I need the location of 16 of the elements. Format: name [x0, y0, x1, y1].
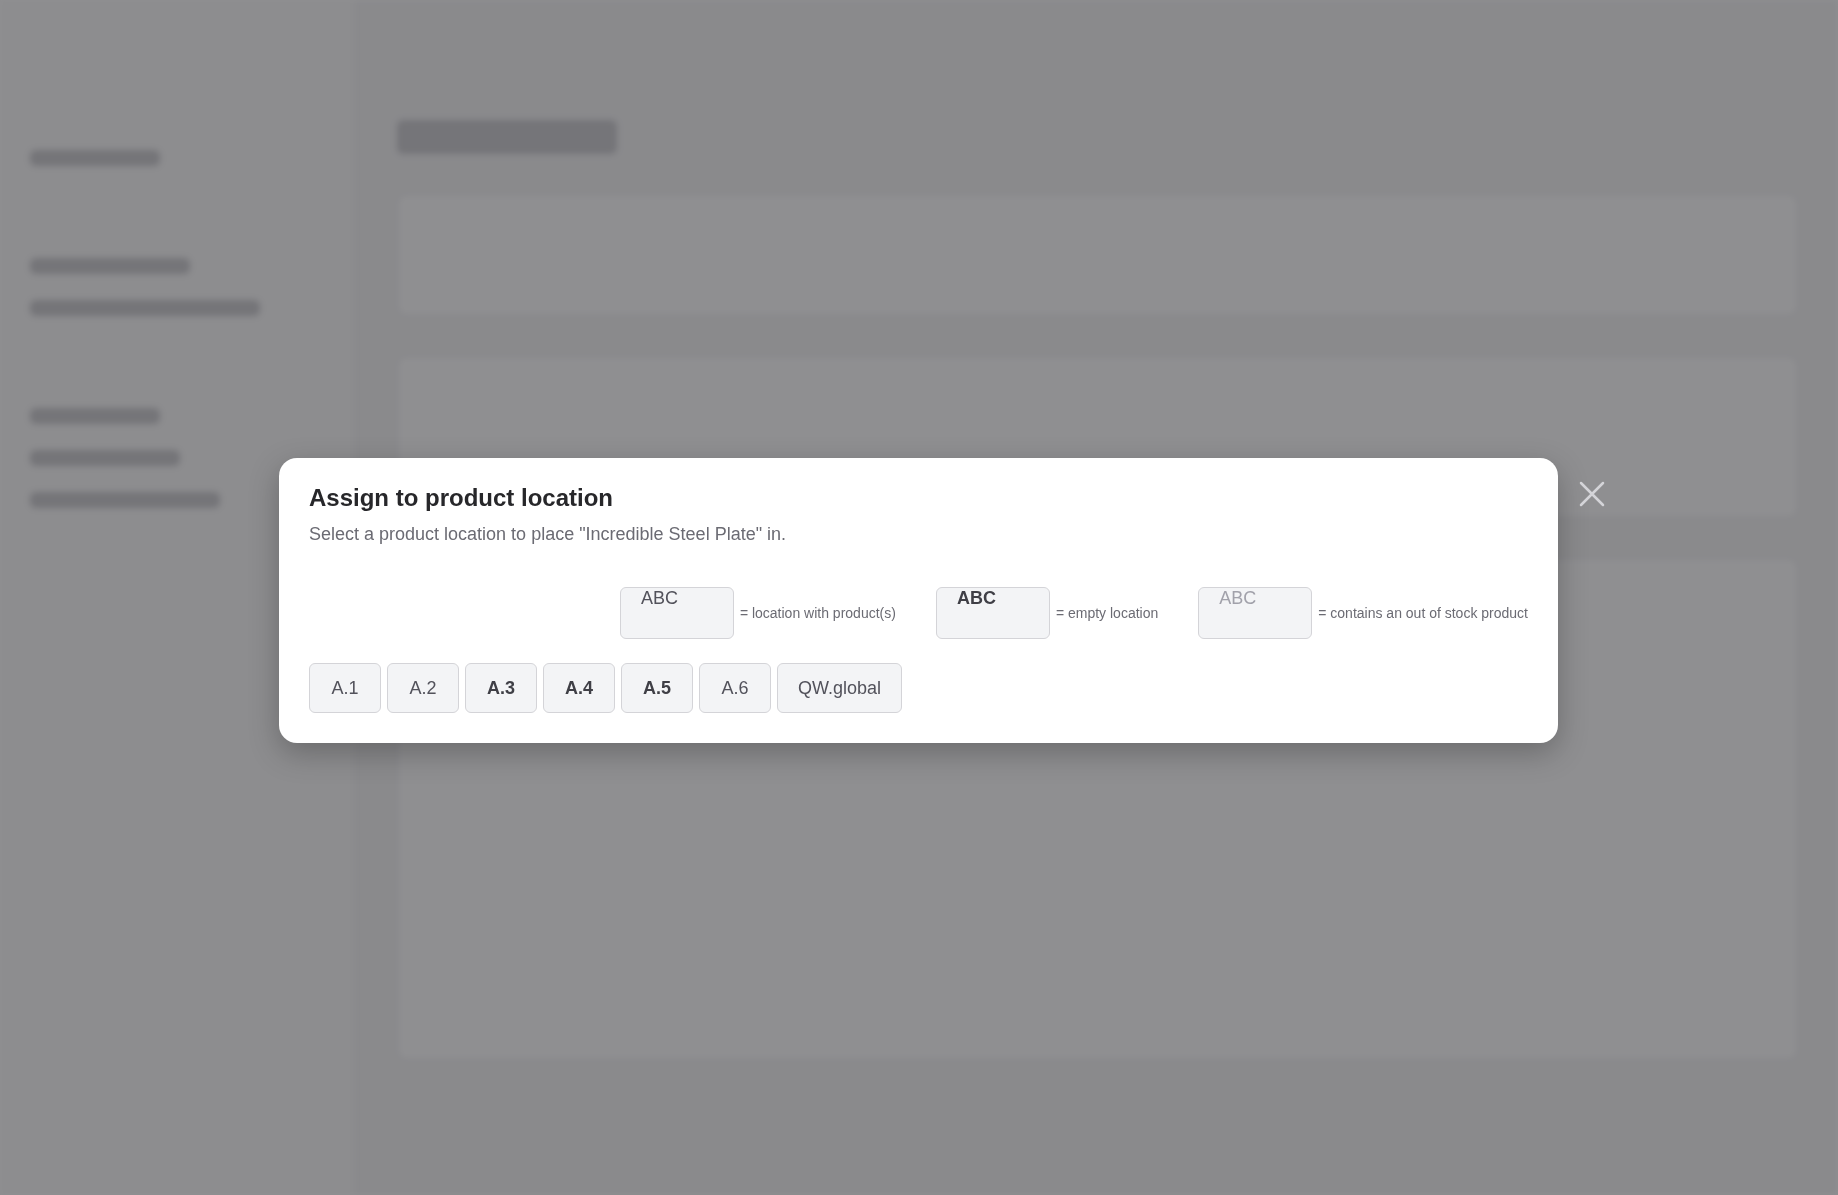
location-button[interactable]: A.1 — [309, 663, 381, 713]
legend-label: = empty location — [1055, 605, 1159, 621]
dialog-title: Assign to product location — [309, 484, 614, 512]
close-icon[interactable] — [1578, 480, 1606, 508]
legend-sample: ABC — [1198, 587, 1313, 639]
dialog-description: Select a product location to place "Incredible Steel Plate" in. — [309, 524, 788, 545]
legend-label: = location with product(s) — [739, 605, 896, 621]
legend-label: = contains an out of stock product — [1318, 605, 1528, 621]
location-button[interactable]: A.4 — [543, 663, 615, 713]
location-button[interactable]: A.5 — [621, 663, 693, 713]
location-button[interactable]: A.3 — [465, 663, 537, 713]
location-button[interactable]: A.6 — [699, 663, 771, 713]
legend-sample: ABC — [935, 587, 1050, 639]
location-button[interactable]: A.2 — [387, 663, 459, 713]
legend-sample: ABC — [619, 587, 734, 639]
location-button[interactable]: QW.global — [777, 663, 903, 713]
